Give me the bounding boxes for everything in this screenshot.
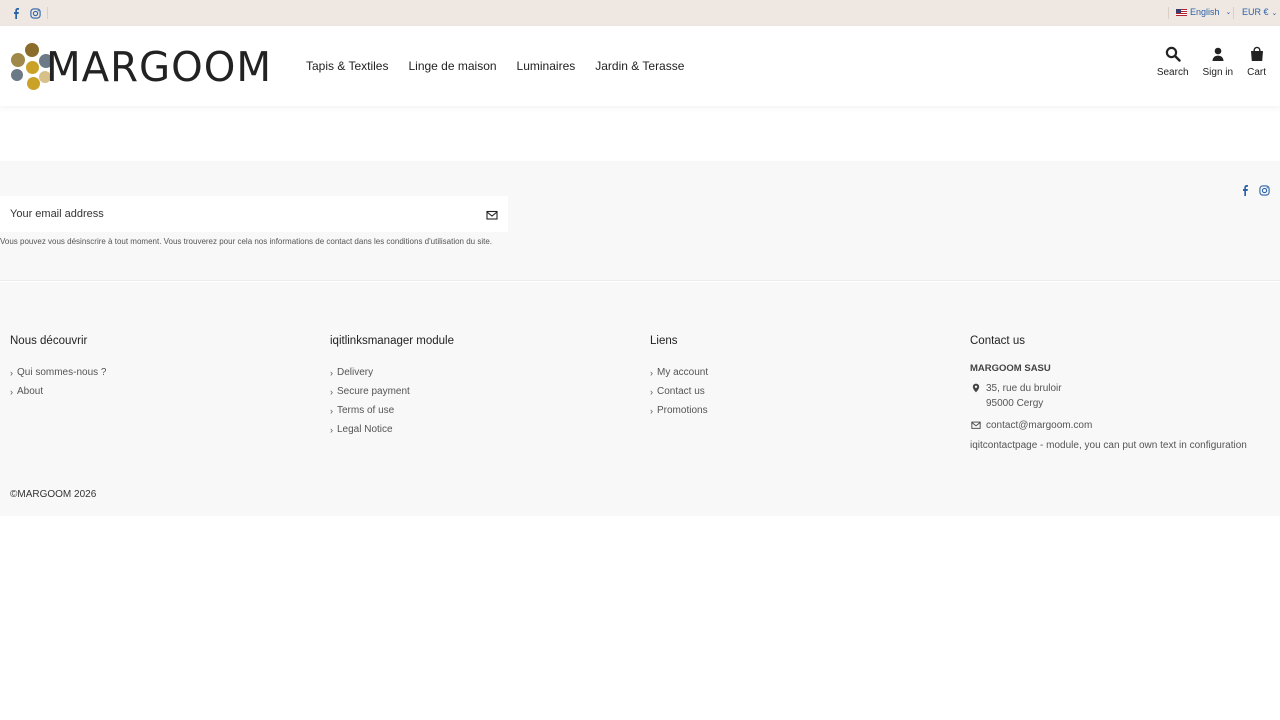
currency-label: EUR € — [1242, 7, 1269, 17]
divider — [1233, 7, 1234, 19]
footer-link-label: Qui sommes-nous ? — [17, 367, 107, 378]
cart-label: Cart — [1247, 67, 1266, 78]
nav-item-tapis-textiles[interactable]: Tapis & Textiles — [306, 59, 388, 73]
divider — [1168, 7, 1169, 19]
footer-column-links-manager: iqitlinksmanager module › Delivery › Secur… — [330, 335, 454, 439]
newsletter-section: Vous pouvez vous désinscrire à tout mome… — [0, 161, 1280, 281]
footer-link[interactable]: › Terms of use — [330, 401, 454, 420]
logo-text: MARGOOM — [46, 43, 273, 91]
search-icon — [1165, 46, 1181, 62]
footer-link[interactable]: › Qui sommes-nous ? — [10, 363, 106, 382]
chevron-right-icon: › — [10, 386, 13, 397]
us-flag-icon — [1176, 8, 1187, 16]
nav-item-luminaires[interactable]: Luminaires — [517, 59, 576, 73]
contact-extra-text: iqitcontactpage - module, you can put ow… — [970, 440, 1247, 451]
chevron-right-icon: › — [330, 405, 333, 416]
site-footer: Nous découvrir › Qui sommes-nous ? › About… — [0, 282, 1280, 516]
footer-link[interactable]: › My account — [650, 363, 708, 382]
chevron-right-icon: › — [650, 367, 653, 378]
chevron-right-icon: › — [650, 386, 653, 397]
facebook-icon[interactable] — [11, 6, 21, 19]
shopping-bag-icon — [1250, 46, 1263, 61]
footer-column-title: Contact us — [970, 335, 1025, 347]
footer-column-nous-decouvrir: Nous découvrir › Qui sommes-nous ? › About — [10, 335, 106, 401]
footer-link-label: My account — [657, 367, 709, 378]
footer-link-label: Secure payment — [337, 386, 410, 397]
chevron-right-icon: › — [330, 424, 333, 435]
logo-mark-icon — [11, 43, 53, 91]
contact-email: contact@margoom.com — [970, 418, 1247, 433]
footer-column-contact: Contact us MARGOOM SASU 35, rue du brulo… — [970, 335, 1247, 451]
newsletter-note: Vous pouvez vous désinscrire à tout mome… — [0, 237, 493, 246]
address-line1: 35, rue du bruloir — [986, 383, 1062, 394]
footer-link-label: Terms of use — [337, 405, 395, 416]
footer-column-title: Liens — [650, 335, 678, 347]
site-logo[interactable]: MARGOOM — [11, 43, 277, 91]
footer-link-label: Legal Notice — [337, 424, 393, 435]
footer-column-title: Nous découvrir — [10, 335, 88, 347]
divider — [47, 7, 48, 19]
address-line2: 95000 Cergy — [986, 398, 1044, 409]
copyright: ©MARGOOM 2026 — [10, 489, 97, 500]
cart-button[interactable]: Cart — [1247, 46, 1266, 78]
contact-email-link[interactable]: contact@margoom.com — [986, 418, 1092, 433]
map-pin-icon — [970, 381, 982, 393]
header-actions: Search Sign in Cart — [1157, 46, 1266, 78]
footer-link[interactable]: › Secure payment — [330, 382, 454, 401]
chevron-right-icon: › — [10, 367, 13, 378]
chevron-right-icon: › — [330, 367, 333, 378]
newsletter-email-input[interactable] — [0, 196, 460, 232]
currency-selector[interactable]: EUR € ⌄ — [1242, 7, 1277, 17]
instagram-icon[interactable] — [30, 6, 41, 19]
nav-item-jardin-terasse[interactable]: Jardin & Terasse — [595, 59, 684, 73]
language-label: English — [1190, 7, 1220, 17]
footer-column-liens: Liens › My account › Contact us › Promotion… — [650, 335, 708, 420]
search-button[interactable]: Search — [1157, 46, 1189, 78]
chevron-down-icon: ⌄ — [1271, 10, 1278, 17]
footer-link-label: About — [17, 386, 44, 397]
contact-address: 35, rue du bruloir 95000 Cergy — [970, 381, 1247, 411]
site-header: MARGOOM Tapis & Textiles Linge de maison… — [0, 26, 1280, 106]
footer-link-label: Promotions — [657, 405, 708, 416]
footer-link-label: Delivery — [337, 367, 374, 378]
chevron-right-icon: › — [330, 386, 333, 397]
footer-link[interactable]: › Delivery — [330, 363, 454, 382]
envelope-icon — [486, 210, 498, 220]
topbar-social — [11, 6, 41, 19]
newsletter-submit-button[interactable] — [486, 208, 498, 220]
footer-link[interactable]: › About — [10, 382, 106, 401]
top-bar: English ⌄ EUR € ⌄ — [0, 0, 1280, 26]
footer-link[interactable]: › Contact us — [650, 382, 708, 401]
footer-link[interactable]: › Promotions — [650, 401, 708, 420]
signin-label: Sign in — [1202, 67, 1234, 78]
footer-link-label: Contact us — [657, 386, 705, 397]
search-label: Search — [1156, 67, 1189, 78]
signin-button[interactable]: Sign in — [1202, 46, 1234, 78]
footer-link[interactable]: › Legal Notice — [330, 420, 454, 439]
chevron-down-icon: ⌄ — [1225, 9, 1232, 16]
chevron-right-icon: › — [650, 405, 653, 416]
envelope-icon — [970, 418, 982, 430]
main-nav: Tapis & Textiles Linge de maison Luminai… — [306, 59, 684, 73]
language-selector[interactable]: English ⌄ — [1176, 7, 1231, 17]
nav-item-linge-de-maison[interactable]: Linge de maison — [408, 59, 496, 73]
footer-social — [1240, 183, 1270, 201]
user-icon — [1212, 47, 1224, 61]
footer-column-title: iqitlinksmanager module — [330, 335, 455, 347]
company-name: MARGOOM SASU — [970, 363, 1051, 374]
newsletter-form — [0, 196, 508, 232]
facebook-icon[interactable] — [1240, 183, 1250, 201]
instagram-icon[interactable] — [1259, 183, 1270, 201]
